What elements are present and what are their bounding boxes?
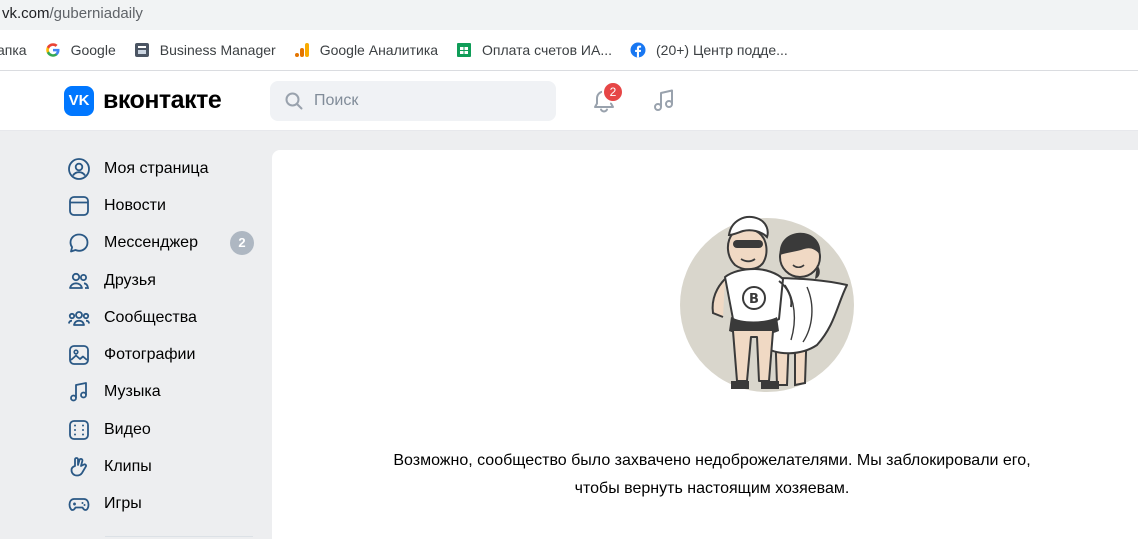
communities-icon <box>67 310 91 326</box>
sidebar-item-music[interactable]: Музыка <box>62 374 262 411</box>
bookmark-facebook[interactable]: (20+) Центр подде... <box>630 42 788 58</box>
bookmark-sheets[interactable]: Оплата счетов ИА... <box>456 42 612 58</box>
sidebar-item-news[interactable]: Новости <box>62 187 262 224</box>
news-icon <box>69 196 89 216</box>
address-bar[interactable]: vk.com/guberniadaily <box>0 0 1138 30</box>
search-box[interactable] <box>270 81 556 121</box>
business-manager-icon <box>134 43 149 57</box>
bookmark-label: (20+) Центр подде... <box>656 42 788 58</box>
sidebar-item-my-page[interactable]: Моя страница <box>62 150 262 187</box>
sidebar-item-label: Музыка <box>104 383 161 401</box>
video-icon <box>69 419 89 440</box>
sidebar-item-label: Игры <box>104 495 142 513</box>
sidebar-item-label: Клипы <box>104 458 152 476</box>
sidebar-item-messenger[interactable]: Мессенджер 2 <box>62 225 262 262</box>
main-content-card: B Возможно, сообщество было захвачено не… <box>272 150 1138 539</box>
sidebar-item-label: Мессенджер <box>104 234 198 252</box>
bookmark-label: Оплата счетов ИА... <box>482 42 612 58</box>
sidebar-item-label: Фотографии <box>104 346 196 364</box>
friends-icon <box>69 272 90 289</box>
blocked-message-line2: чтобы вернуть настоящим хозяевам. <box>574 480 850 497</box>
photo-icon <box>69 345 89 366</box>
url-domain: vk.com <box>2 5 50 22</box>
bookmark-folder[interactable]: апка <box>0 42 27 58</box>
bookmark-business-manager[interactable]: Business Manager <box>134 42 276 58</box>
games-icon <box>68 498 90 512</box>
sidebar-item-photos[interactable]: Фотографии <box>62 336 262 373</box>
message-icon <box>69 233 89 253</box>
sidebar-divider <box>105 536 253 537</box>
blocked-message-line1: Возможно, сообщество было захвачено недо… <box>393 452 1031 469</box>
analytics-icon <box>294 43 309 57</box>
bookmark-label: Google <box>70 42 116 58</box>
facebook-icon <box>630 42 646 58</box>
site-header: VK вконтакте 2 <box>0 71 1138 131</box>
svg-text:B: B <box>749 292 759 307</box>
search-icon <box>285 92 303 110</box>
url-path: /guberniadaily <box>49 5 143 22</box>
sidebar-item-label: Видео <box>104 420 151 438</box>
bookmark-google-analytics[interactable]: Google Аналитика <box>294 42 438 58</box>
bookmark-label: апка <box>0 42 27 58</box>
vk-logo-icon[interactable]: VK <box>64 86 94 116</box>
sidebar-item-label: Сообщества <box>104 308 197 326</box>
music-icon[interactable] <box>650 87 678 115</box>
bookmark-google[interactable]: Google <box>45 42 116 58</box>
bookmarks-bar: апка Google Business Manager Google Анал… <box>0 30 1138 71</box>
logo-text[interactable]: вконтакте <box>103 86 222 115</box>
sheets-icon <box>457 43 472 57</box>
sidebar-item-label: Друзья <box>104 271 156 289</box>
notifications-badge: 2 <box>602 81 624 103</box>
blocked-community-illustration: B <box>680 216 854 392</box>
sidebar-item-video[interactable]: Видео <box>62 411 262 448</box>
search-input[interactable] <box>314 92 534 110</box>
unread-count-badge: 2 <box>230 231 254 256</box>
sidebar-item-label: Моя страница <box>104 159 209 177</box>
sidebar-item-friends[interactable]: Друзья <box>62 262 262 299</box>
google-icon <box>45 43 60 57</box>
blocked-message: Возможно, сообщество было захвачено недо… <box>212 447 1138 503</box>
bookmark-label: Business Manager <box>159 42 276 58</box>
user-circle-icon <box>68 157 90 180</box>
sidebar-item-label: Новости <box>104 196 166 214</box>
bookmark-label: Google Аналитика <box>319 42 439 58</box>
clips-icon <box>70 457 87 477</box>
sidebar-item-communities[interactable]: Сообщества <box>62 299 262 336</box>
music-icon <box>70 382 87 402</box>
